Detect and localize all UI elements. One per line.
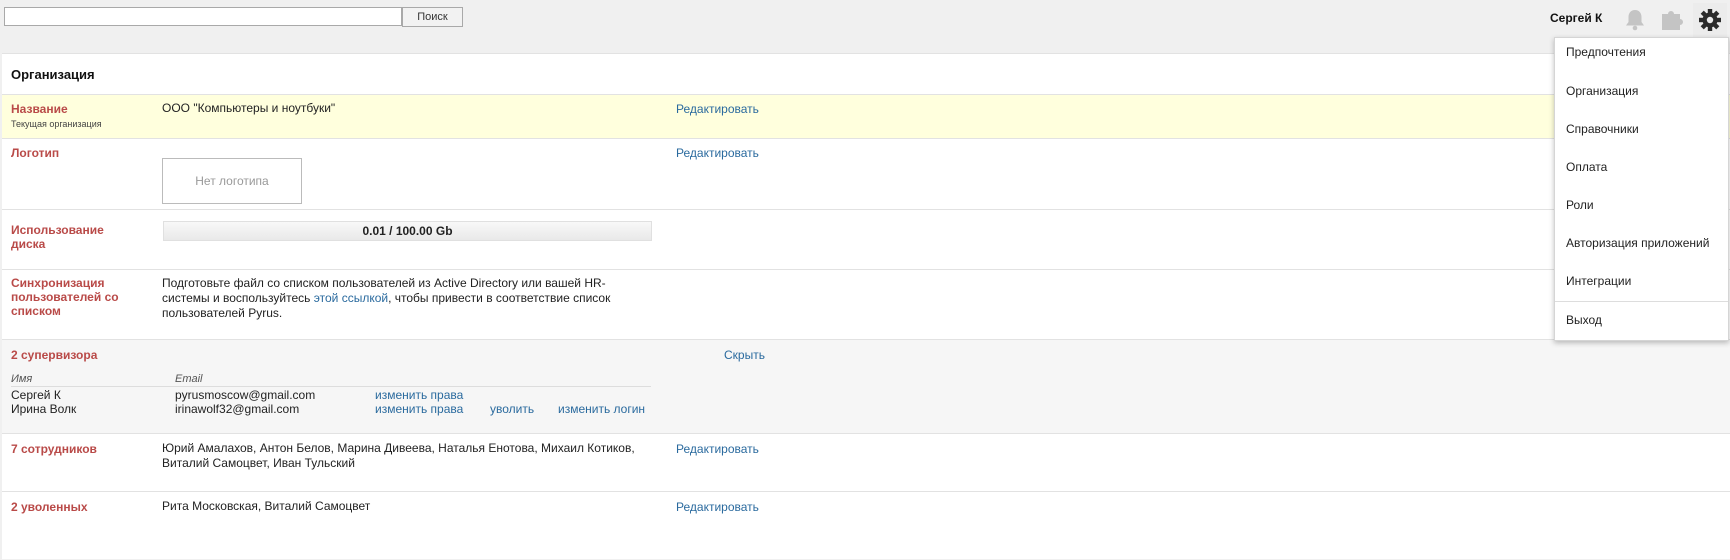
supervisors-row: 2 супервизора Скрыть Имя Email Сергей К …	[2, 339, 1730, 434]
employees-label: 7 сотрудников	[11, 442, 97, 456]
puzzle-icon[interactable]	[1659, 7, 1685, 33]
logo-placeholder[interactable]: Нет логотипа	[162, 158, 302, 204]
col-email-header: Email	[175, 373, 203, 385]
disk-usage-text: 0.01 / 100.00 Gb	[164, 222, 651, 240]
sync-link[interactable]: этой ссылкой	[314, 291, 388, 305]
employees-row: 7 сотрудников Юрий Амалахов, Антон Белов…	[2, 433, 1730, 492]
sync-row: Синхронизация пользователей со списком П…	[2, 269, 1730, 340]
org-name-row: Название Текущая организация ООО "Компью…	[2, 94, 1730, 139]
disk-usage-label: Использование диска	[11, 223, 121, 251]
menu-item-payment[interactable]: Оплата	[1555, 155, 1728, 179]
menu-item-preferences[interactable]: Предпочтения	[1555, 40, 1728, 64]
organization-panel: Организация Название Текущая организация…	[2, 53, 1730, 559]
menu-item-catalogs[interactable]: Справочники	[1555, 117, 1728, 141]
org-name-sublabel: Текущая организация	[11, 119, 102, 129]
supervisor-name: Ирина Волк	[11, 402, 76, 416]
edit-fired-link[interactable]: Редактировать	[676, 500, 759, 514]
menu-divider	[1555, 301, 1728, 302]
change-rights-link[interactable]: изменить права	[375, 388, 463, 402]
supervisors-label: 2 супервизора	[11, 348, 97, 362]
supervisor-name: Сергей К	[11, 388, 61, 402]
search-input[interactable]	[4, 7, 402, 26]
fired-row: 2 уволенных Рита Московская, Виталий Сам…	[2, 491, 1730, 560]
fired-label: 2 уволенных	[11, 500, 88, 514]
fired-list: Рита Московская, Виталий Самоцвет	[162, 499, 370, 514]
bell-icon[interactable]	[1622, 7, 1648, 33]
edit-name-link[interactable]: Редактировать	[676, 102, 759, 116]
header-divider	[11, 386, 651, 387]
sync-label: Синхронизация пользователей со списком	[11, 276, 141, 318]
change-rights-link[interactable]: изменить права	[375, 402, 463, 416]
supervisor-email: pyrusmoscow@gmail.com	[175, 388, 315, 402]
edit-employees-link[interactable]: Редактировать	[676, 442, 759, 456]
menu-item-app-authorization[interactable]: Авторизация приложений	[1555, 231, 1728, 255]
employees-list: Юрий Амалахов, Антон Белов, Марина Дивее…	[162, 441, 652, 471]
user-name[interactable]: Сергей К	[1550, 11, 1602, 25]
menu-item-logout[interactable]: Выход	[1555, 308, 1728, 332]
hide-supervisors-link[interactable]: Скрыть	[724, 348, 765, 362]
logo-label: Логотип	[11, 146, 59, 160]
settings-menu: Предпочтения Организация Справочники Опл…	[1554, 37, 1729, 341]
menu-item-integrations[interactable]: Интеграции	[1555, 269, 1728, 293]
page-title: Организация	[11, 67, 95, 82]
org-name-label: Название	[11, 102, 68, 116]
edit-logo-link[interactable]: Редактировать	[676, 146, 759, 160]
change-login-link[interactable]: изменить логин	[558, 402, 645, 416]
col-name-header: Имя	[11, 373, 32, 385]
supervisor-email: irinawolf32@gmail.com	[175, 402, 299, 416]
sync-description: Подготовьте файл со списком пользователе…	[162, 276, 652, 321]
search-button[interactable]: Поиск	[402, 7, 463, 27]
menu-item-roles[interactable]: Роли	[1555, 193, 1728, 217]
logo-row: Логотип Нет логотипа Редактировать	[2, 138, 1730, 210]
disk-usage-row: Использование диска 0.01 / 100.00 Gb	[2, 209, 1730, 270]
gear-icon[interactable]	[1693, 3, 1727, 37]
disk-usage-bar: 0.01 / 100.00 Gb	[163, 221, 652, 241]
menu-item-organization[interactable]: Организация	[1555, 79, 1728, 103]
dismiss-link[interactable]: уволить	[490, 402, 534, 416]
org-name-value: ООО "Компьютеры и ноутбуки"	[162, 101, 335, 116]
